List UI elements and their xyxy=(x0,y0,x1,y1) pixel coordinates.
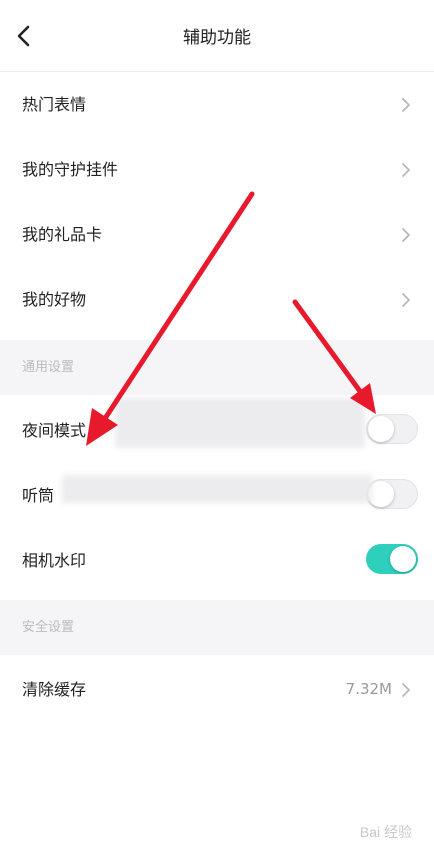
setting-label: 清除缓存 xyxy=(22,680,87,699)
chevron-right-icon xyxy=(402,293,410,307)
cache-size-value: 7.32M xyxy=(345,680,392,698)
menu-item-label: 我的礼品卡 xyxy=(22,225,103,244)
chevron-right-icon xyxy=(402,163,410,177)
chevron-left-icon xyxy=(17,25,30,47)
section-header-security: 安全设置 xyxy=(0,600,434,655)
section-title: 通用设置 xyxy=(22,360,75,375)
censor-blur-region xyxy=(115,398,365,448)
menu-item-guard-pendant[interactable]: 我的守护挂件 xyxy=(0,137,434,202)
night-mode-toggle[interactable] xyxy=(366,414,418,444)
camera-watermark-toggle[interactable] xyxy=(366,544,418,574)
menu-item-my-goods[interactable]: 我的好物 xyxy=(0,267,434,332)
censor-blur-region xyxy=(62,475,372,503)
menu-item-label: 我的守护挂件 xyxy=(22,160,119,179)
menu-item-label: 热门表情 xyxy=(22,95,87,114)
section-header-general: 通用设置 xyxy=(0,340,434,395)
top-bar: 辅助功能 xyxy=(0,0,434,72)
setting-row-clear-cache[interactable]: 清除缓存 7.32M xyxy=(0,657,434,722)
back-button[interactable] xyxy=(6,18,42,54)
menu-item-hot-stickers[interactable]: 热门表情 xyxy=(0,72,434,137)
toggle-knob xyxy=(368,416,394,442)
setting-row-camera-watermark: 相机水印 xyxy=(0,528,434,593)
menu-item-label: 我的好物 xyxy=(22,290,87,309)
section-title: 安全设置 xyxy=(22,620,75,635)
chevron-right-icon xyxy=(402,98,410,112)
setting-label: 相机水印 xyxy=(22,551,87,570)
toggle-knob xyxy=(390,546,416,572)
chevron-right-icon xyxy=(402,228,410,242)
setting-label: 听筒 xyxy=(22,486,55,505)
setting-label: 夜间模式 xyxy=(22,421,87,440)
chevron-right-icon xyxy=(402,683,410,697)
menu-item-gift-card[interactable]: 我的礼品卡 xyxy=(0,202,434,267)
page-title: 辅助功能 xyxy=(183,28,251,48)
watermark: Bai 经验 xyxy=(359,824,412,840)
earpiece-toggle[interactable] xyxy=(366,479,418,509)
